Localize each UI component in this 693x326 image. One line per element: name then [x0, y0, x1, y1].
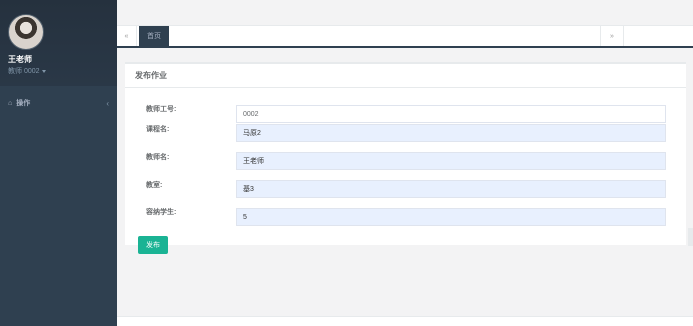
course-input[interactable]: 马原2: [236, 124, 666, 142]
form-row-capacity: 容纳学生: 5: [125, 207, 686, 226]
sidebar: 王老师 教师 0002 ⌂ 操作 ‹: [0, 0, 117, 326]
teacher-id-label: 教师工号:: [146, 106, 177, 113]
teacher-id-input[interactable]: 0002: [236, 105, 666, 123]
teacher-name-input[interactable]: 王老师: [236, 152, 666, 170]
footer-bar: [117, 316, 693, 326]
form-row-teacher-id: 教师工号: 0002: [125, 104, 686, 123]
profile-name: 王老师: [8, 55, 32, 64]
capacity-label: 容纳学生:: [146, 209, 177, 216]
capacity-input[interactable]: 5: [236, 208, 666, 226]
course-label: 课程名:: [146, 126, 170, 133]
chevron-left-icon: ‹: [106, 98, 109, 108]
avatar[interactable]: [8, 14, 44, 50]
panel-title: 发布作业: [125, 64, 686, 88]
top-bar: [117, 0, 693, 26]
classroom-input[interactable]: 基3: [236, 180, 666, 198]
app-root: 王老师 教师 0002 ⌂ 操作 ‹ « 首页 » 发布作业 教师工号: 000…: [0, 0, 693, 326]
form-row-classroom: 教室: 基3: [125, 179, 686, 198]
sidebar-item-operations[interactable]: ⌂ 操作 ‹: [0, 88, 117, 118]
right-edge-handle: [688, 228, 693, 246]
profile-card: 王老师 教师 0002: [0, 0, 117, 86]
form-row-course: 课程名: 马原2: [125, 123, 686, 142]
teacher-name-label: 教师名:: [146, 154, 170, 161]
sidebar-item-label: 操作: [16, 100, 31, 107]
tabs-bar: « 首页 »: [117, 26, 693, 48]
caret-down-icon: [41, 69, 46, 73]
classroom-label: 教室:: [146, 182, 163, 189]
tabs-scroll-right-button[interactable]: »: [600, 26, 624, 46]
home-icon: ⌂: [8, 99, 13, 107]
tab-home[interactable]: 首页: [139, 26, 169, 46]
publish-homework-panel: 发布作业 教师工号: 0002 课程名: 马原2 教师名: 王老师 教室: 基3…: [125, 62, 686, 254]
tabs-scroll-left-button[interactable]: «: [117, 26, 137, 46]
profile-role-label: 教师 0002: [8, 68, 40, 75]
profile-role-dropdown[interactable]: 教师 0002: [8, 66, 117, 76]
form-row-teacher-name: 教师名: 王老师: [125, 151, 686, 170]
publish-button[interactable]: 发布: [138, 236, 168, 254]
